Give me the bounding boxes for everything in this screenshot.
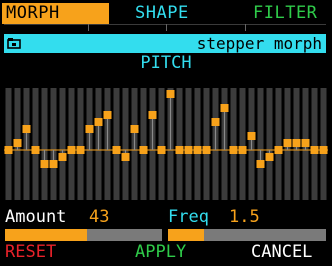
step-column[interactable] (158, 88, 165, 200)
apply-button[interactable]: APPLY (135, 240, 186, 264)
step-point[interactable] (76, 146, 85, 154)
step-point[interactable] (121, 153, 130, 161)
step-point[interactable] (247, 132, 256, 140)
step-point[interactable] (265, 153, 274, 161)
tab-tick (88, 24, 89, 31)
step-column[interactable] (203, 88, 210, 200)
amount-value: 43 (89, 207, 110, 227)
step-point[interactable] (283, 139, 292, 147)
step-column[interactable] (122, 88, 129, 200)
step-point[interactable] (202, 146, 211, 154)
step-point[interactable] (13, 139, 22, 147)
tab-shape[interactable]: SHAPE (135, 3, 189, 24)
freq-value: 1.5 (229, 207, 260, 227)
tab-tick (166, 24, 167, 31)
step-point[interactable] (139, 146, 148, 154)
step-point[interactable] (301, 139, 310, 147)
step-point[interactable] (193, 146, 202, 154)
step-point[interactable] (220, 104, 229, 112)
step-column[interactable] (194, 88, 201, 200)
section-label: PITCH (140, 53, 192, 73)
preset-name: stepper morph (196, 34, 322, 53)
step-point[interactable] (292, 139, 301, 147)
tab-divider (4, 24, 326, 25)
step-column[interactable] (59, 88, 66, 200)
step-columns (5, 88, 327, 200)
step-point[interactable] (22, 125, 31, 133)
step-column[interactable] (113, 88, 120, 200)
step-point[interactable] (319, 146, 328, 154)
step-point[interactable] (40, 160, 49, 168)
step-column[interactable] (41, 88, 48, 200)
step-column[interactable] (140, 88, 147, 200)
step-point[interactable] (148, 111, 157, 119)
step-point[interactable] (94, 118, 103, 126)
step-point[interactable] (175, 146, 184, 154)
step-column[interactable] (239, 88, 246, 200)
preset-selector[interactable]: stepper morph (4, 34, 326, 53)
step-point[interactable] (103, 111, 112, 119)
step-column[interactable] (311, 88, 318, 200)
step-point[interactable] (58, 153, 67, 161)
step-point[interactable] (157, 146, 166, 154)
step-column[interactable] (5, 88, 12, 200)
step-column[interactable] (275, 88, 282, 200)
step-point[interactable] (229, 146, 238, 154)
step-point[interactable] (238, 146, 247, 154)
step-column[interactable] (320, 88, 327, 200)
freq-label: Freq (168, 207, 209, 227)
step-column[interactable] (77, 88, 84, 200)
step-column[interactable] (176, 88, 183, 200)
step-column[interactable] (266, 88, 273, 200)
step-column[interactable] (257, 88, 264, 200)
step-point[interactable] (85, 125, 94, 133)
step-point[interactable] (211, 118, 220, 126)
step-point[interactable] (274, 146, 283, 154)
step-column[interactable] (68, 88, 75, 200)
step-point[interactable] (67, 146, 76, 154)
tab-filter[interactable]: FILTER (253, 3, 317, 24)
step-point[interactable] (310, 146, 319, 154)
reset-button[interactable]: RESET (5, 240, 56, 264)
amount-label: Amount (5, 207, 67, 227)
step-column[interactable] (230, 88, 237, 200)
step-point[interactable] (130, 125, 139, 133)
step-column[interactable] (185, 88, 192, 200)
step-column[interactable] (50, 88, 57, 200)
step-point[interactable] (31, 146, 40, 154)
step-point[interactable] (256, 160, 265, 168)
tab-tick (245, 24, 246, 31)
cancel-button[interactable]: CANCEL (251, 240, 312, 264)
step-point[interactable] (4, 146, 13, 154)
folder-icon (7, 38, 21, 49)
step-column[interactable] (32, 88, 39, 200)
step-point[interactable] (112, 146, 121, 154)
step-graph[interactable] (0, 80, 332, 200)
step-point[interactable] (184, 146, 193, 154)
step-point[interactable] (49, 160, 58, 168)
step-point[interactable] (166, 90, 175, 98)
tab-morph[interactable]: MORPH (2, 3, 109, 24)
